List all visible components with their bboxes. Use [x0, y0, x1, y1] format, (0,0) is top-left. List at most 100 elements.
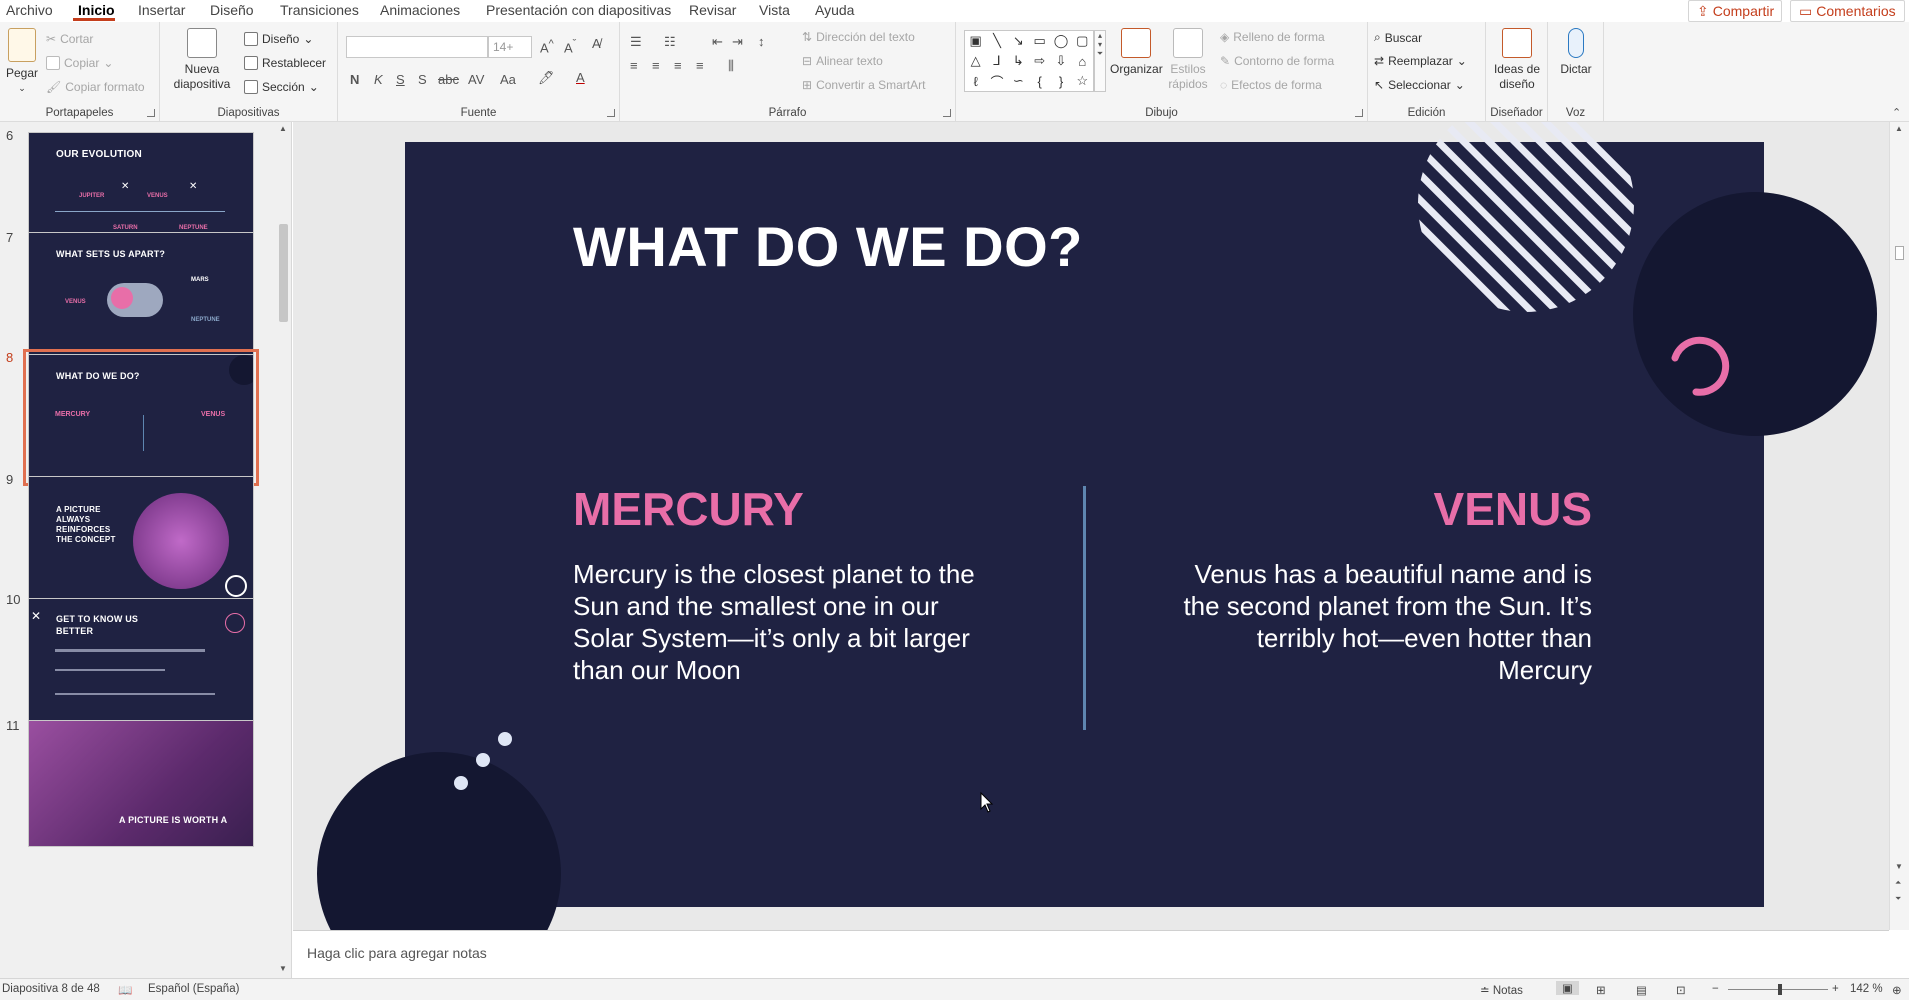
next-slide-icon[interactable]: ⏷ [1895, 894, 1901, 904]
scroll-up-icon[interactable]: ▲ [1895, 124, 1903, 133]
tab-animaciones[interactable]: Animaciones [380, 2, 460, 18]
copy-button[interactable]: Copiar ⌄ [46, 56, 113, 70]
shapes-gallery-scroll[interactable]: ▴ ▾ ⏷ [1094, 30, 1106, 92]
tab-diseno[interactable]: Diseño [210, 2, 254, 18]
language-indicator[interactable]: Español (España) [148, 983, 239, 995]
down-arrow-shape-icon[interactable]: ⇩ [1056, 53, 1067, 69]
slide-thumbnail-10[interactable]: GET TO KNOW US BETTER ✕ [28, 598, 254, 725]
reset-button[interactable]: Restablecer [244, 56, 326, 70]
previous-slide-icon[interactable]: ⏶ [1895, 878, 1901, 888]
text-direction-button[interactable]: ⇅ Dirección del texto [802, 30, 915, 44]
arrange-button[interactable]: Organizar [1110, 28, 1163, 77]
shape-fill-button[interactable]: ◈ Relleno de forma [1220, 30, 1325, 44]
layout-button[interactable]: Diseño ⌄ [244, 32, 313, 46]
highlight-icon[interactable]: 🖊 [538, 70, 555, 86]
font-color-icon[interactable]: A [576, 70, 585, 85]
scroll-down-icon[interactable]: ▼ [279, 964, 287, 973]
tab-insertar[interactable]: Insertar [138, 2, 185, 18]
font-name-combo[interactable] [346, 36, 488, 58]
brace-right-shape-icon[interactable]: } [1059, 74, 1063, 89]
format-painter-button[interactable]: 🖌 Copiar formato [46, 80, 145, 94]
zoom-level[interactable]: 142 % [1850, 983, 1883, 995]
slide-thumbnail-7[interactable]: WHAT SETS US APART? VENUS MARS NEPTUNE [28, 232, 254, 359]
dot-small[interactable] [476, 753, 490, 767]
cut-button[interactable]: ✂ Cortar [46, 32, 93, 46]
slide-thumbnail-11[interactable]: A PICTURE IS WORTH A [28, 720, 254, 847]
char-spacing-icon[interactable]: AV [468, 72, 484, 87]
slide-thumbnail-8[interactable]: WHAT DO WE DO? MERCURY VENUS [23, 349, 259, 486]
dialog-launcher-icon[interactable] [1355, 109, 1363, 117]
arrow-line-shape-icon[interactable]: ↘ [1013, 33, 1024, 49]
text-box-shape-icon[interactable]: ▣ [970, 33, 982, 49]
connector-shape-icon[interactable]: ↳ [1013, 53, 1024, 69]
spellcheck-icon[interactable]: 📖 [118, 983, 132, 997]
scrollbar-thumb[interactable] [1895, 246, 1904, 260]
thumbnails-scrollbar[interactable]: ▲ ▼ [275, 122, 291, 978]
dark-circle-top-right[interactable] [1633, 192, 1877, 436]
triangle-shape-icon[interactable]: △ [971, 53, 981, 69]
italic-icon[interactable]: K [374, 72, 383, 87]
oval-shape-icon[interactable]: ◯ [1054, 33, 1069, 49]
justify-icon[interactable]: ≡ [696, 58, 704, 73]
right-arrow-shape-icon[interactable]: ⇨ [1034, 53, 1045, 69]
rounded-rect-shape-icon[interactable]: ▢ [1076, 33, 1088, 49]
align-right-icon[interactable]: ≡ [674, 58, 682, 73]
star-shape-icon[interactable]: ☆ [1077, 73, 1089, 89]
reading-view-icon[interactable]: ▤ [1636, 983, 1647, 997]
align-center-icon[interactable]: ≡ [652, 58, 660, 73]
flowchart-shape-icon[interactable]: ⌂ [1078, 54, 1086, 69]
dialog-launcher-icon[interactable] [607, 109, 615, 117]
new-slide-button[interactable]: Nueva diapositiva [166, 28, 238, 92]
change-case-icon[interactable]: Aa [500, 72, 516, 87]
shrink-font-icon[interactable]: Aˇ [564, 38, 576, 55]
freeform-shape-icon[interactable]: ℓ [974, 74, 978, 89]
tab-presentacion[interactable]: Presentación con diapositivas [486, 2, 671, 18]
notes-pane[interactable]: Haga clic para agregar notas [293, 930, 1889, 978]
bullets-icon[interactable]: ☰ [630, 34, 642, 50]
tab-vista[interactable]: Vista [759, 2, 790, 18]
zoom-slider-handle[interactable] [1778, 984, 1782, 995]
convert-smartart-button[interactable]: ⊞ Convertir a SmartArt [802, 78, 925, 92]
decrease-indent-icon[interactable]: ⇤ [712, 34, 723, 50]
slideshow-icon[interactable]: ⊡ [1676, 983, 1686, 997]
tab-transiciones[interactable]: Transiciones [280, 2, 359, 18]
design-ideas-button[interactable]: Ideas de diseño [1490, 28, 1544, 92]
bold-icon[interactable]: N [350, 72, 359, 87]
tab-archivo[interactable]: Archivo [6, 2, 53, 18]
columns-icon[interactable]: ⫼ [728, 58, 734, 74]
tab-ayuda[interactable]: Ayuda [815, 2, 854, 18]
increase-indent-icon[interactable]: ⇥ [732, 34, 743, 50]
find-button[interactable]: ⌕ Buscar [1374, 30, 1422, 45]
normal-view-icon[interactable]: ▣ [1556, 981, 1579, 995]
section-button[interactable]: Sección ⌄ [244, 80, 319, 94]
grow-font-icon[interactable]: A^ [540, 38, 554, 55]
font-size-combo[interactable]: 14+ [488, 36, 532, 58]
tab-revisar[interactable]: Revisar [689, 2, 736, 18]
paste-button[interactable]: Pegar ⌄ [4, 28, 40, 96]
dialog-launcher-icon[interactable] [147, 109, 155, 117]
canvas-scrollbar[interactable]: ▲ ▼ ⏶ ⏷ [1889, 122, 1909, 930]
rectangle-shape-icon[interactable]: ▭ [1034, 33, 1046, 49]
comments-button[interactable]: ▭ Comentarios [1790, 0, 1905, 22]
collapse-ribbon-icon[interactable]: ⌃ [1892, 106, 1901, 119]
brace-left-shape-icon[interactable]: { [1037, 74, 1041, 89]
share-button[interactable]: ⇪ Compartir [1688, 0, 1782, 22]
arc-shape-icon[interactable]: ⌒ [990, 72, 1003, 91]
align-left-icon[interactable]: ≡ [630, 58, 638, 73]
curve-shape-icon[interactable]: ∽ [1013, 73, 1024, 89]
scroll-down-icon[interactable]: ▼ [1895, 862, 1903, 871]
line-shape-icon[interactable]: ╲ [993, 33, 1001, 49]
underline-icon[interactable]: S [396, 72, 405, 87]
elbow-shape-icon[interactable]: ⅃ [993, 53, 1000, 69]
clear-format-icon[interactable]: A̸ [592, 36, 601, 51]
fit-slide-icon[interactable]: ⊕ [1892, 983, 1902, 997]
shadow-icon[interactable]: S [418, 72, 427, 87]
shapes-gallery[interactable]: ▣ ╲ ↘ ▭ ◯ ▢ △ ⅃ ↳ ⇨ ⇩ ⌂ ℓ ⌒ ∽ {} ☆ [964, 30, 1094, 92]
dot-small[interactable] [454, 776, 468, 790]
notes-toggle[interactable]: ≐ Notas [1480, 983, 1523, 997]
line-spacing-icon[interactable]: ↕ [758, 34, 765, 49]
shape-outline-button[interactable]: ✎ Contorno de forma [1220, 54, 1334, 68]
scroll-up-icon[interactable]: ▲ [279, 124, 287, 133]
dictate-button[interactable]: Dictar [1552, 28, 1600, 77]
dot-small[interactable] [498, 732, 512, 746]
